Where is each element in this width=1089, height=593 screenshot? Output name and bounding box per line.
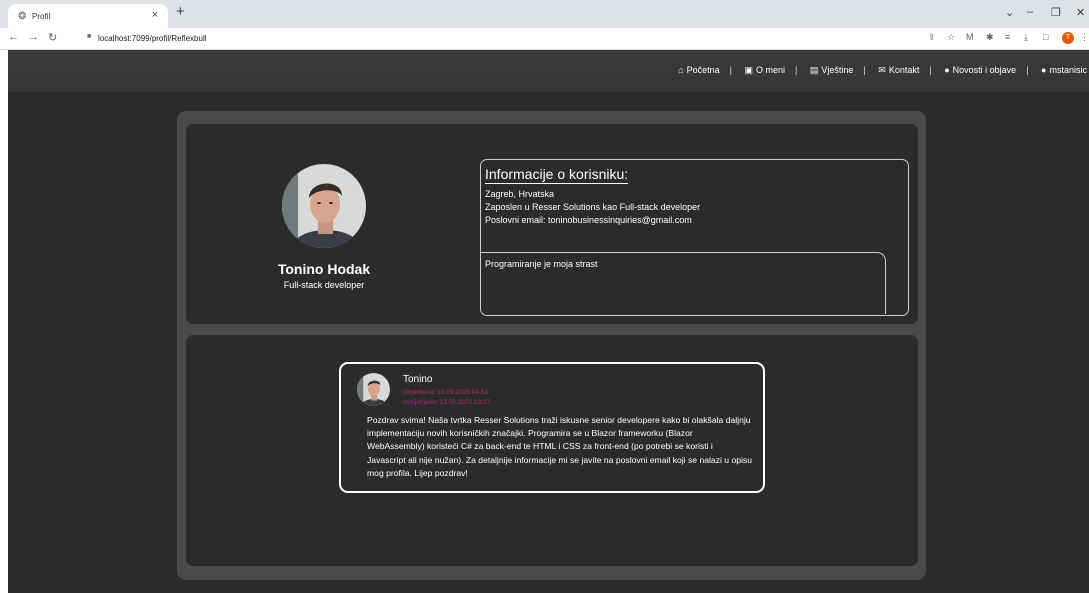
nav-label-vjestine: Vještine [821,65,854,75]
minimize-icon[interactable]: – [1027,6,1033,18]
page-left-edge [0,50,8,593]
profile-name: Tonino Hodak [277,261,371,277]
bookmark-star-icon[interactable]: ☆ [947,32,955,43]
tab-title: Profil [32,12,51,21]
side-panel-icon[interactable]: □ [1043,32,1048,42]
nav-item-novosti[interactable]: ● Novosti i objave [944,65,1016,75]
browser-menu-icon[interactable]: ⋮ [1080,32,1089,43]
site-navbar: ⌂ Početna | ▣ O meni | ▤ Vještine | ✉ Kontak… [8,50,1089,92]
reading-list-icon[interactable]: ≡ [1005,32,1010,42]
browser-tab[interactable]: ❂ Profil × [8,4,168,28]
browser-tab-bar: ❂ Profil × + ⌄ – ❐ ✕ [0,0,1089,28]
nav-item-user[interactable]: ● mstanisic [1041,65,1087,75]
nav-item-pocetna[interactable]: ⌂ Početna [678,65,719,75]
share-icon[interactable]: ⇪ [928,32,936,43]
close-tab-icon[interactable]: × [152,9,158,21]
user-employment: Zaposlen u Resser Solutions kao Full-sta… [485,202,701,212]
envelope-icon: ✉ [878,65,886,75]
back-icon[interactable]: ← [8,31,19,43]
nav-label-o-meni: O meni [755,65,785,75]
post-author: Tonino [403,374,433,385]
id-card-icon: ▣ [744,65,753,75]
book-icon: ▤ [809,65,819,75]
nav-separator: | [929,65,932,75]
profile-role: Full-stack developer [283,280,365,290]
post-author-avatar [357,373,390,406]
extensions-puzzle-icon[interactable]: ✱ [986,32,994,43]
nav-separator: | [863,65,866,75]
forward-icon[interactable]: → [28,31,39,43]
nav-label-pocetna: Početna [686,65,720,75]
new-tab-icon[interactable]: + [176,3,185,20]
close-window-icon[interactable]: ✕ [1076,6,1085,19]
nav-label-user: mstanisic [1049,65,1087,75]
nav-label-novosti: Novosti i objave [952,65,1017,75]
nav-separator: | [795,65,798,75]
post-edited: Izmijenjeno: 13.09.2023 13:27 [403,399,491,406]
user-bio: Programiranje je moja strast [485,259,598,269]
profile-photo [282,164,366,248]
user-location: Zagreb, Hrvatska [485,189,555,199]
reload-icon[interactable]: ↻ [48,31,57,44]
nav-links: ⌂ Početna | ▣ O meni | ▤ Vještine | ✉ Kontak… [678,65,1087,76]
url-text: localhost:7099/profil/Reflexbull [98,34,207,43]
user-icon: ● [1041,65,1047,75]
nav-separator: | [729,65,732,75]
user-info-title: Informacije o korisniku: [485,166,629,184]
lock-icon: ■ [87,33,92,40]
home-icon: ⌂ [678,65,684,75]
maximize-icon[interactable]: ❐ [1051,6,1061,19]
post-body: Pozdrav svima! Naša tvrtka Resser Soluti… [367,415,752,478]
url-field[interactable]: ■ localhost:7099/profil/Reflexbull [80,30,920,46]
post-author-photo [357,373,390,406]
download-icon[interactable]: ⤓ [1024,32,1028,43]
browser-profile-avatar[interactable]: T [1062,32,1074,44]
post-published: Objavljeno: 13.09.2023 04:53 [403,389,488,396]
nav-separator: | [1026,65,1029,75]
chevron-down-icon[interactable]: ⌄ [1005,6,1014,19]
user-email: Poslovni email: toninobusinessinquiries@… [485,215,692,225]
address-bar: ← → ↻ ■ localhost:7099/profil/Reflexbull… [0,28,1089,50]
nav-item-kontakt[interactable]: ✉ Kontakt [878,65,919,76]
gmail-extension-icon[interactable]: M [966,32,974,42]
globe-icon: ❂ [18,11,27,22]
nav-item-vjestine[interactable]: ▤ Vještine [810,65,854,76]
nav-item-o-meni[interactable]: ▣ O meni [744,65,785,76]
comments-icon: ● [944,65,950,75]
profile-avatar [282,164,366,248]
nav-label-kontakt: Kontakt [888,65,920,75]
